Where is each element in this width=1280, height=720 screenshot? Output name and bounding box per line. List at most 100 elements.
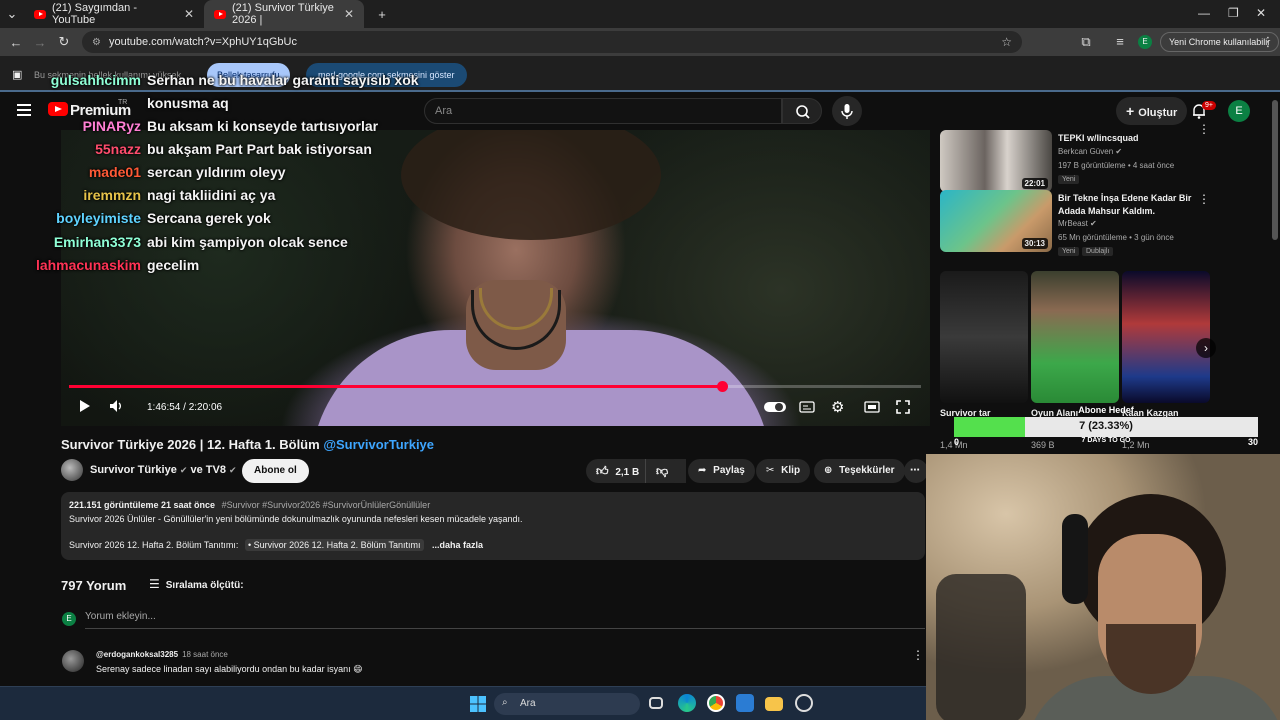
account-avatar[interactable]: E: [1228, 100, 1250, 122]
chat-message: sercan yıldırım oleyy: [147, 164, 286, 180]
clip-button[interactable]: ✂ Klip: [756, 459, 811, 483]
chat-line: PINARyz Bu aksam ki konseyde tartısıyorla…: [20, 118, 378, 134]
menu-dots-icon[interactable]: ⋮: [1256, 34, 1280, 50]
file-explorer-icon[interactable]: [765, 697, 783, 711]
youtube-favicon-icon: [214, 9, 226, 19]
comment-time[interactable]: 18 saat önce: [182, 650, 228, 659]
description-stats-row: 221.151 görüntüleme 21 saat önce #Surviv…: [69, 500, 430, 510]
sort-button[interactable]: ☰ Sıralama ölçütü:: [149, 577, 244, 591]
chat-user: PINARyz: [82, 118, 141, 134]
tab-search-icon[interactable]: ⌄: [0, 6, 24, 22]
dislike-button[interactable]: 👎︎: [645, 459, 681, 483]
reload-icon[interactable]: ↻: [52, 34, 76, 50]
channel-name-text[interactable]: MrBeast: [1058, 219, 1088, 228]
site-info-icon[interactable]: ⚙: [92, 37, 101, 48]
comment-menu-icon[interactable]: ⋮: [912, 648, 924, 662]
start-icon[interactable]: [470, 696, 486, 712]
recommended-video[interactable]: 30:13 Bir Tekne İnşa Edene Kadar Bir Ada…: [940, 190, 1270, 256]
back-icon[interactable]: ←: [4, 35, 28, 50]
add-comment-input[interactable]: Yorum ekleyin...: [85, 611, 925, 629]
task-view-icon[interactable]: [649, 697, 663, 709]
taskbar-search-label: Ara: [520, 698, 536, 709]
share-button[interactable]: ➦ Paylaş: [688, 459, 755, 483]
channel-handle-link[interactable]: @SurvivorTurkiye: [323, 437, 434, 452]
taskbar-search[interactable]: ⌕ Ara: [494, 693, 640, 715]
close-icon[interactable]: ✕: [184, 7, 194, 21]
autoplay-toggle-icon[interactable]: [764, 401, 786, 416]
comment-author-name[interactable]: @erdogankoksal3285: [96, 650, 178, 659]
chrome-icon[interactable]: [707, 694, 725, 712]
show-more-link[interactable]: ...daha fazla: [432, 540, 483, 550]
thanks-button[interactable]: ⊕ Teşekkürler: [814, 459, 905, 483]
comment-author-avatar[interactable]: [62, 650, 84, 672]
short-thumbnail[interactable]: [1031, 271, 1119, 403]
description-link[interactable]: • Survivor 2026 12. Hafta 2. Bölüm Tanıt…: [244, 539, 424, 551]
channel-suffix[interactable]: ve TV8: [191, 464, 226, 476]
short-thumbnail[interactable]: [940, 271, 1028, 403]
video-thumbnail[interactable]: 30:13: [940, 190, 1052, 252]
extensions-icon[interactable]: ⧉: [1074, 34, 1098, 50]
page-scrollbar[interactable]: [1272, 100, 1278, 240]
video-meta: 197 B görüntüleme • 4 saat önce: [1058, 161, 1175, 170]
address-bar[interactable]: ⚙ youtube.com/watch?v=XphUY1qGbUc ☆: [82, 31, 1022, 53]
new-tab-icon[interactable]: +: [370, 7, 394, 22]
create-label: Oluştur: [1138, 107, 1178, 119]
sort-icon: ☰: [149, 577, 160, 591]
bookmark-star-icon[interactable]: ☆: [1001, 35, 1012, 49]
tab-label: (21) Survivor Türkiye 2026 |: [232, 2, 334, 26]
settings-gear-icon[interactable]: ⚙: [831, 398, 844, 416]
channel-name-text[interactable]: Berkcan Güven: [1058, 147, 1113, 156]
progress-fill: [69, 385, 723, 388]
goal-bar: 7 (23.33%): [954, 417, 1258, 437]
channel-name[interactable]: Berkcan Güven ✔: [1058, 147, 1122, 156]
app-icon[interactable]: [795, 694, 813, 712]
chat-message: abi kim şampiyon olcak sence: [147, 234, 348, 250]
more-actions-button[interactable]: ⋯: [904, 459, 928, 483]
create-button[interactable]: + Oluştur: [1116, 97, 1188, 125]
tab-saygimdan[interactable]: (21) Saygımdan - YouTube ✕: [24, 0, 204, 28]
window-close-icon[interactable]: ✕: [1256, 6, 1266, 20]
search-icon: ⌕: [502, 697, 508, 708]
minimize-icon[interactable]: —: [1198, 6, 1210, 20]
tab-strip: ⌄ (21) Saygımdan - YouTube ✕ (21) Surviv…: [0, 0, 1280, 28]
play-icon[interactable]: [77, 399, 91, 416]
fullscreen-icon[interactable]: [896, 400, 910, 417]
media-icon[interactable]: ≡: [1108, 34, 1132, 49]
short-thumbnail[interactable]: [1122, 271, 1210, 403]
video-thumbnail[interactable]: 22:01: [940, 130, 1052, 192]
chat-message: Sercana gerek yok: [147, 210, 271, 226]
progress-bar[interactable]: [69, 381, 921, 392]
forward-icon[interactable]: →: [28, 35, 52, 50]
video-title[interactable]: Bir Tekne İnşa Edene Kadar Bir Adada Mah…: [1058, 192, 1208, 218]
chat-user: boyleyimiste: [56, 210, 141, 226]
video-title[interactable]: TEPKI w/lincsquad: [1058, 132, 1208, 145]
restore-icon[interactable]: ❐: [1228, 6, 1239, 20]
search-input[interactable]: Ara: [424, 98, 782, 124]
search-button[interactable]: [782, 98, 822, 124]
more-options-icon[interactable]: ⋮: [1198, 122, 1210, 136]
chevron-right-icon[interactable]: ›: [1196, 338, 1216, 358]
subscriber-goal-widget: Abone Hedef 7 (23.33%) 0 7 DAYS TO GO 30: [954, 403, 1258, 449]
channel-name[interactable]: MrBeast ✔: [1058, 219, 1097, 228]
channel-name-text[interactable]: Survivor Türkiye: [90, 464, 177, 476]
more-options-icon[interactable]: ⋮: [1198, 192, 1210, 206]
subscribe-button[interactable]: Abone ol: [242, 459, 309, 483]
hashtags[interactable]: #Survivor #Survivor2026 #SurvivorÜnlüler…: [222, 500, 431, 510]
edge-icon[interactable]: [678, 694, 696, 712]
description-box[interactable]: 221.151 görüntüleme 21 saat önce #Surviv…: [61, 492, 925, 560]
channel-name[interactable]: Survivor Türkiye ✔ ve TV8 ✔: [90, 464, 237, 476]
subtitles-icon[interactable]: [799, 400, 815, 417]
mail-icon[interactable]: [736, 694, 754, 712]
mic-icon: [841, 104, 853, 119]
profile-avatar[interactable]: E: [1138, 35, 1152, 49]
scissors-icon: ✂: [766, 465, 775, 476]
comment-author[interactable]: @erdogankoksal3285 18 saat önce: [96, 650, 228, 659]
volume-icon[interactable]: [109, 399, 125, 416]
recommended-video[interactable]: 22:01 TEPKI w/lincsquad Berkcan Güven ✔ …: [940, 130, 1270, 194]
channel-avatar[interactable]: [61, 459, 83, 481]
tab-label: (21) Saygımdan - YouTube: [52, 2, 137, 26]
close-icon[interactable]: ✕: [344, 7, 354, 21]
tab-survivor[interactable]: (21) Survivor Türkiye 2026 | ✕: [204, 0, 364, 28]
voice-search-button[interactable]: [832, 96, 862, 126]
theater-mode-icon[interactable]: [864, 400, 880, 417]
